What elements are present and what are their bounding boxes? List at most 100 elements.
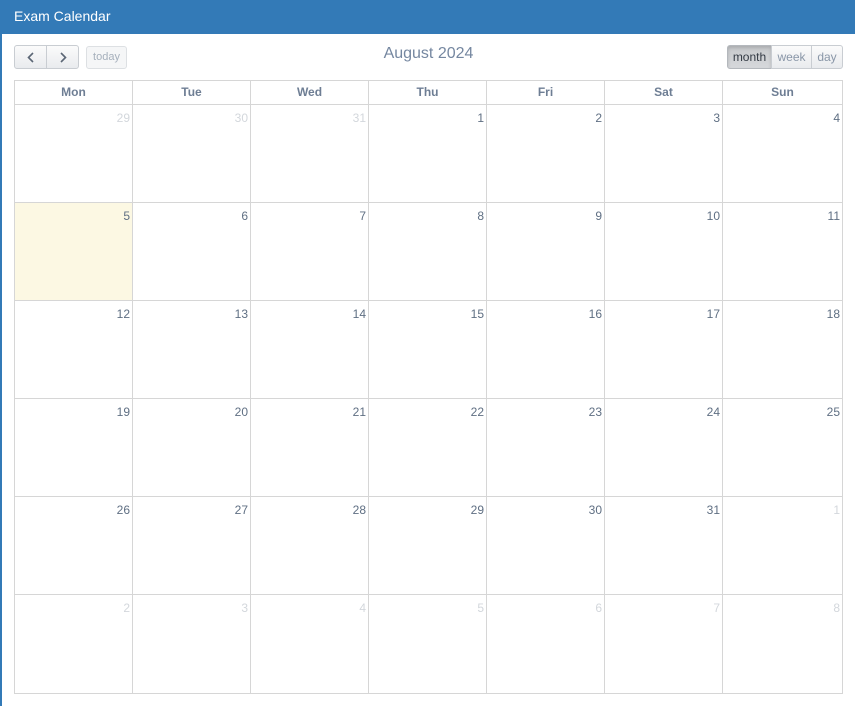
day-number: 31: [352, 111, 366, 125]
day-number: 13: [234, 307, 248, 321]
day-number: 28: [352, 503, 366, 517]
day-number: 3: [241, 601, 248, 615]
month-view-button[interactable]: month: [727, 45, 772, 69]
day-cell[interactable]: 13: [133, 301, 251, 398]
day-number: 25: [826, 405, 840, 419]
weekday-header: Tue: [133, 81, 251, 104]
day-number: 7: [713, 601, 720, 615]
panel-title: Exam Calendar: [0, 0, 855, 34]
day-number: 26: [116, 503, 130, 517]
calendar-toolbar: today August 2024 month week day: [2, 34, 855, 80]
week-row: 26 27 28 29 30 31 1: [15, 497, 842, 595]
day-cell[interactable]: 12: [15, 301, 133, 398]
day-number: 9: [595, 209, 602, 223]
day-cell[interactable]: 5: [369, 595, 487, 694]
day-number: 31: [706, 503, 720, 517]
month-grid: Mon Tue Wed Thu Fri Sat Sun 29 30 31 1 2 3 4 5 6…: [14, 80, 843, 694]
day-cell[interactable]: 3: [133, 595, 251, 694]
weeks-container: 29 30 31 1 2 3 4 5 6 7 8 9 10 11 12 13 14 15 16 17 18 19 20 21 2…: [15, 105, 842, 694]
day-cell[interactable]: 11: [723, 203, 842, 300]
day-cell[interactable]: 1: [369, 105, 487, 202]
day-cell[interactable]: 22: [369, 399, 487, 496]
day-number: 3: [713, 111, 720, 125]
weekday-header: Wed: [251, 81, 369, 104]
day-cell[interactable]: 28: [251, 497, 369, 594]
day-number: 22: [470, 405, 484, 419]
day-number: 8: [477, 209, 484, 223]
week-row: 19 20 21 22 23 24 25: [15, 399, 842, 497]
day-cell[interactable]: 3: [605, 105, 723, 202]
day-number: 7: [359, 209, 366, 223]
day-cell[interactable]: 7: [251, 203, 369, 300]
day-number: 17: [706, 307, 720, 321]
day-cell[interactable]: 17: [605, 301, 723, 398]
day-cell[interactable]: 8: [723, 595, 842, 694]
day-number: 20: [234, 405, 248, 419]
day-cell[interactable]: 30: [487, 497, 605, 594]
day-number: 29: [470, 503, 484, 517]
week-view-button[interactable]: week: [771, 45, 812, 69]
day-cell[interactable]: 27: [133, 497, 251, 594]
day-cell-today[interactable]: 5: [15, 203, 133, 300]
day-cell[interactable]: 16: [487, 301, 605, 398]
day-cell[interactable]: 18: [723, 301, 842, 398]
day-cell[interactable]: 14: [251, 301, 369, 398]
day-number: 15: [470, 307, 484, 321]
day-number: 19: [116, 405, 130, 419]
week-row: 5 6 7 8 9 10 11: [15, 203, 842, 301]
weekday-header: Thu: [369, 81, 487, 104]
day-cell[interactable]: 21: [251, 399, 369, 496]
day-view-button[interactable]: day: [811, 45, 843, 69]
week-row: 12 13 14 15 16 17 18: [15, 301, 842, 399]
day-cell[interactable]: 6: [133, 203, 251, 300]
weekday-header: Sun: [771, 85, 794, 99]
day-number: 14: [352, 307, 366, 321]
day-number: 29: [116, 111, 130, 125]
day-number: 6: [595, 601, 602, 615]
day-cell[interactable]: 6: [487, 595, 605, 694]
day-number: 5: [477, 601, 484, 615]
day-number: 4: [833, 111, 840, 125]
day-cell[interactable]: 29: [15, 105, 133, 202]
day-cell[interactable]: 19: [15, 399, 133, 496]
day-cell[interactable]: 1: [723, 497, 842, 594]
weekday-header-row: Mon Tue Wed Thu Fri Sat Sun: [15, 81, 842, 105]
day-cell[interactable]: 20: [133, 399, 251, 496]
day-cell[interactable]: 2: [487, 105, 605, 202]
day-cell[interactable]: 29: [369, 497, 487, 594]
day-number: 30: [234, 111, 248, 125]
day-number: 12: [116, 307, 130, 321]
weekday-header: Sat: [605, 81, 723, 104]
weekday-header: Mon: [15, 81, 133, 104]
day-cell[interactable]: 8: [369, 203, 487, 300]
day-cell[interactable]: 25: [723, 399, 842, 496]
day-number: 8: [833, 601, 840, 615]
day-number: 27: [234, 503, 248, 517]
day-cell[interactable]: 7: [605, 595, 723, 694]
day-number: 23: [588, 405, 602, 419]
day-cell[interactable]: 23: [487, 399, 605, 496]
day-cell[interactable]: 30: [133, 105, 251, 202]
day-cell[interactable]: 24: [605, 399, 723, 496]
week-row: 2 3 4 5 6 7 8: [15, 595, 842, 694]
day-cell[interactable]: 31: [605, 497, 723, 594]
day-cell[interactable]: 15: [369, 301, 487, 398]
day-number: 1: [477, 111, 484, 125]
day-cell[interactable]: 10: [605, 203, 723, 300]
day-cell[interactable]: 31: [251, 105, 369, 202]
day-cell[interactable]: 4: [723, 105, 842, 202]
day-number: 24: [706, 405, 720, 419]
day-number: 16: [588, 307, 602, 321]
day-number: 6: [241, 209, 248, 223]
day-cell[interactable]: 4: [251, 595, 369, 694]
day-number: 5: [123, 209, 130, 223]
day-number: 1: [833, 503, 840, 517]
weekday-header: Fri: [487, 81, 605, 104]
day-cell[interactable]: 2: [15, 595, 133, 694]
day-cell[interactable]: 26: [15, 497, 133, 594]
day-cell[interactable]: 9: [487, 203, 605, 300]
day-number: 4: [359, 601, 366, 615]
day-number: 2: [595, 111, 602, 125]
day-number: 11: [827, 209, 840, 223]
day-number: 21: [352, 405, 366, 419]
